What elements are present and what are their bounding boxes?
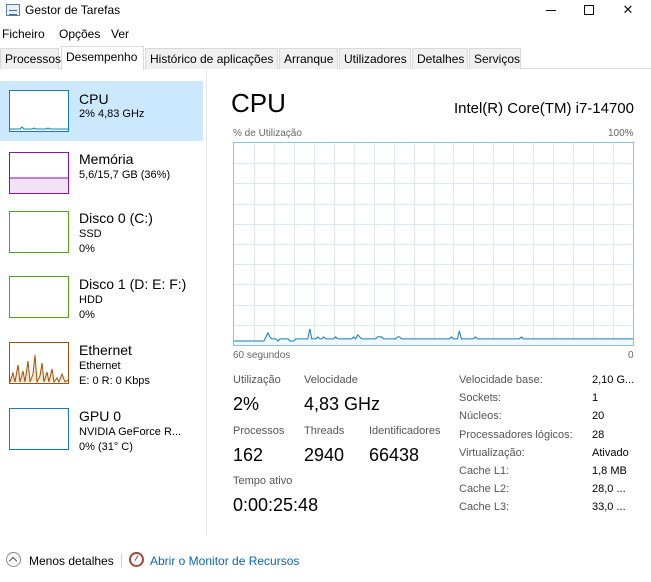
spec-value: 2,10 G... xyxy=(592,374,635,386)
resource-gpu[interactable]: GPU 0 NVIDIA GeForce R... 0% (31° C) xyxy=(0,403,203,463)
resource-detail: 2% 4,83 GHz xyxy=(79,108,145,120)
resource-list: CPU 2% 4,83 GHz Memória 5,6/15,7 GB (36%… xyxy=(0,81,205,541)
disk1-thumbnail-graph xyxy=(9,276,69,318)
handles-label: Identificadores xyxy=(369,425,441,437)
tab-bar: Processos Desempenho Histórico de aplica… xyxy=(0,46,651,70)
utilization-label: Utilização xyxy=(233,374,281,386)
footer-divider xyxy=(121,554,122,568)
spec-value: 33,0 ... xyxy=(592,501,626,513)
spec-value: 28 xyxy=(592,429,605,441)
title-bar: Gestor de Tarefas ✕ xyxy=(0,0,651,22)
spec-label: Cache L3: xyxy=(459,501,510,513)
speed-label: Velocidade xyxy=(304,374,358,386)
spec-value: 1 xyxy=(592,392,599,404)
resource-usage: 0% xyxy=(79,309,95,321)
spec-value: 1,8 MB xyxy=(592,465,627,477)
handles-value: 66438 xyxy=(369,445,420,465)
resource-memory[interactable]: Memória 5,6/15,7 GB (36%) xyxy=(0,143,203,203)
open-resource-monitor-link[interactable]: Abrir o Monitor de Recursos xyxy=(150,554,299,568)
graph-y-label: % de Utilização xyxy=(233,128,302,139)
menu-bar: Ficheiro Opções Ver xyxy=(0,24,651,44)
spec-label: Cache L1: xyxy=(459,465,510,477)
tab-startup[interactable]: Arranque xyxy=(279,48,338,69)
menu-file[interactable]: Ficheiro xyxy=(2,27,45,41)
processes-label: Processos xyxy=(233,425,285,437)
disk0-thumbnail-graph xyxy=(9,211,69,253)
ethernet-thumbnail-svg xyxy=(9,354,69,384)
resource-disk-0[interactable]: Disco 0 (C:) SSD 0% xyxy=(0,205,203,265)
graph-y-max-label: 100% xyxy=(608,128,634,139)
resource-detail: HDD xyxy=(79,294,103,306)
chevron-up-icon[interactable] xyxy=(6,552,21,567)
graph-x-min-label: 0 xyxy=(628,350,634,361)
tab-services[interactable]: Serviços xyxy=(469,48,521,69)
resource-monitor-icon[interactable] xyxy=(129,552,144,567)
spec-label: Cache L2: xyxy=(459,483,510,495)
resource-name: GPU 0 xyxy=(79,408,122,424)
speed-value: 4,83 GHz xyxy=(304,394,381,414)
panel-divider xyxy=(206,70,207,536)
spec-label: Virtualização: xyxy=(459,447,525,459)
spec-label: Velocidade base: xyxy=(459,374,543,386)
resource-usage: E: 0 R: 0 Kbps xyxy=(79,375,150,387)
tab-users[interactable]: Utilizadores xyxy=(339,48,411,69)
resource-name: CPU xyxy=(79,91,109,107)
spec-value: 20 xyxy=(592,410,605,422)
resource-disk-1[interactable]: Disco 1 (D: E: F:) HDD 0% xyxy=(0,271,203,331)
minimize-icon xyxy=(546,9,556,11)
tab-app-history[interactable]: Histórico de aplicações xyxy=(145,48,278,69)
uptime-label: Tempo ativo xyxy=(233,475,293,487)
cpu-model-name: Intel(R) Core(TM) i7-14700 xyxy=(453,100,634,117)
tab-performance[interactable]: Desempenho xyxy=(61,46,144,70)
task-manager-icon xyxy=(6,4,20,16)
gpu-thumbnail-graph xyxy=(9,408,69,450)
utilization-value: 2% xyxy=(233,394,260,414)
cpu-utilization-graph xyxy=(233,142,634,346)
uptime-value: 0:00:25:48 xyxy=(233,495,319,515)
spec-label: Processadores lógicos: xyxy=(459,429,573,441)
spec-label: Sockets: xyxy=(459,392,502,404)
resource-name: Memória xyxy=(79,151,134,167)
spec-label: Núcleos: xyxy=(459,410,502,422)
footer: Menos detalhes Abrir o Monitor de Recurs… xyxy=(0,548,651,574)
resource-detail: 5,6/15,7 GB (36%) xyxy=(79,169,171,181)
resource-detail: SSD xyxy=(79,228,102,240)
resource-name: Disco 0 (C:) xyxy=(79,210,153,226)
spec-value: Ativado xyxy=(592,447,629,459)
less-details-link[interactable]: Menos detalhes xyxy=(29,554,114,568)
window-title: Gestor de Tarefas xyxy=(25,3,121,17)
resource-cpu[interactable]: CPU 2% 4,83 GHz xyxy=(0,81,203,141)
resource-name: Disco 1 (D: E: F:) xyxy=(79,276,187,292)
resource-usage: 0% xyxy=(79,243,95,255)
resource-ethernet[interactable]: Ethernet Ethernet E: 0 R: 0 Kbps xyxy=(0,337,203,397)
graph-x-label: 60 segundos xyxy=(233,350,291,361)
maximize-icon xyxy=(584,5,594,15)
close-icon: ✕ xyxy=(622,2,634,17)
resource-detail: NVIDIA GeForce R... xyxy=(79,426,182,438)
cpu-thumbnail-svg xyxy=(10,126,68,130)
threads-value: 2940 xyxy=(304,445,345,465)
tab-processes[interactable]: Processos xyxy=(0,48,61,69)
memory-thumbnail-svg xyxy=(10,177,68,193)
page-title: CPU xyxy=(231,88,286,118)
spec-value: 28,0 ... xyxy=(592,483,626,495)
memory-thumbnail-graph xyxy=(9,152,69,194)
cpu-graph-svg xyxy=(234,143,633,345)
resource-detail: Ethernet xyxy=(79,360,121,372)
processes-value: 162 xyxy=(233,445,264,465)
resource-name: Ethernet xyxy=(79,342,132,358)
threads-label: Threads xyxy=(304,425,345,437)
menu-view[interactable]: Ver xyxy=(111,27,129,41)
resource-usage: 0% (31° C) xyxy=(79,441,133,453)
ethernet-thumbnail-graph xyxy=(9,342,69,384)
close-button[interactable]: ✕ xyxy=(605,0,651,20)
cpu-thumbnail-graph xyxy=(9,90,69,132)
tab-details[interactable]: Detalhes xyxy=(412,48,468,69)
menu-options[interactable]: Opções xyxy=(59,27,100,41)
